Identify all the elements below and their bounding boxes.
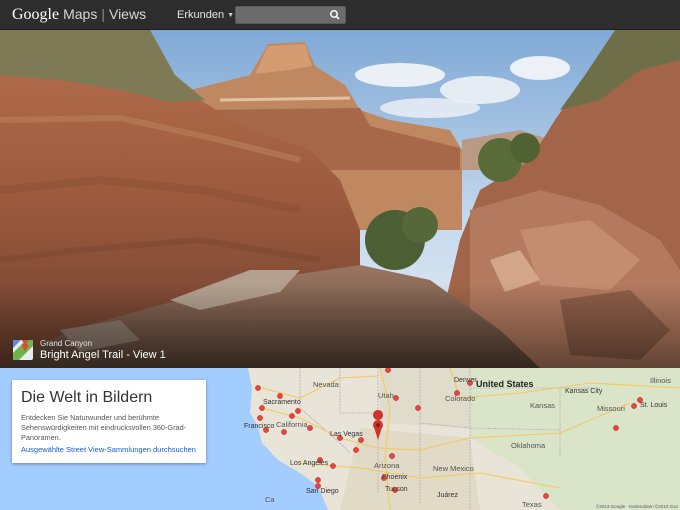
map-label-colorado: Colorado <box>445 394 476 403</box>
map-marker[interactable] <box>289 413 295 419</box>
map-label-kansas-city: Kansas City <box>565 388 603 395</box>
intro-description: Entdecken Sie Naturwunder und berühmte S… <box>21 413 187 442</box>
map-label-arizona: Arizona <box>374 461 400 470</box>
map-label-missouri: Missouri <box>597 404 625 413</box>
map-attribution: ©2013 Google · Kartendaten ©2013 Goo <box>596 504 678 509</box>
map-label-st-louis: St. Louis <box>640 402 668 409</box>
google-maps-views-logo[interactable]: Google Maps | Views <box>12 6 146 24</box>
map-marker[interactable] <box>415 405 421 411</box>
logo-google: Google <box>12 6 60 23</box>
map-label-juarez: Juárez <box>437 492 459 499</box>
map-marker[interactable] <box>277 393 283 399</box>
map-label-las-vegas: Las Vegas <box>330 431 363 438</box>
map-label-phoenix: Phoenix <box>382 474 408 481</box>
logo-views: Views <box>108 6 147 22</box>
top-bar: Google Maps | Views Erkunden ▼ <box>0 0 680 30</box>
search-box <box>235 6 346 24</box>
intro-card: Die Welt in Bildern Entdecken Sie Naturw… <box>12 380 206 463</box>
map-marker[interactable] <box>255 385 261 391</box>
map-label-utah: Utah <box>378 391 394 400</box>
explore-label: Erkunden <box>177 9 225 21</box>
map-label-kansas: Kansas <box>530 401 556 410</box>
map-marker[interactable] <box>389 453 395 459</box>
map-marker[interactable] <box>393 395 399 401</box>
map-marker[interactable] <box>330 463 336 469</box>
map-label-california: California <box>276 420 308 429</box>
map-marker[interactable] <box>631 403 637 409</box>
map-label-san-francisco: Francisco <box>244 423 275 430</box>
map-marker[interactable] <box>353 447 359 453</box>
explore-menu-button[interactable]: Erkunden ▼ <box>177 9 234 21</box>
map-marker[interactable] <box>385 368 391 373</box>
map-marker[interactable] <box>281 429 287 435</box>
map-label-united-states: United States <box>476 379 534 389</box>
map-label-texas: Texas <box>522 500 542 509</box>
map-marker[interactable] <box>259 405 265 411</box>
map-marker[interactable] <box>543 493 549 499</box>
map-label-los-angeles: Los Angeles <box>290 460 329 467</box>
map-label-oklahoma: Oklahoma <box>511 441 546 450</box>
map-label-nevada: Nevada <box>313 380 339 389</box>
search-input[interactable] <box>236 7 332 23</box>
canyon-panorama-image <box>0 30 680 368</box>
caret-down-icon: ▼ <box>227 11 235 19</box>
map-marker[interactable] <box>315 477 321 483</box>
maps-pin-icon <box>13 340 33 360</box>
map-label-illinois: Illinois <box>650 376 671 385</box>
map-marker[interactable] <box>358 437 364 443</box>
map-label-denver: Denver <box>454 377 477 384</box>
search-icon[interactable] <box>327 8 343 22</box>
panorama-place-name: Grand Canyon <box>40 339 93 348</box>
street-view-panorama[interactable] <box>0 30 680 368</box>
map-label-tucson: Tucson <box>385 486 408 493</box>
map-marker[interactable] <box>257 415 263 421</box>
intro-heading: Die Welt in Bildern <box>21 389 153 406</box>
map-marker[interactable] <box>613 425 619 431</box>
map-label-sacramento: Sacramento <box>263 399 301 406</box>
panorama-view-title: Bright Angel Trail - View 1 <box>40 349 166 361</box>
map-marker[interactable] <box>307 425 313 431</box>
map-label-new-mexico: New Mexico <box>433 464 474 473</box>
map-label-san-diego: San Diego <box>306 488 339 495</box>
map-marker[interactable] <box>295 408 301 414</box>
logo-separator: | <box>101 6 105 22</box>
browse-collections-link[interactable]: Ausgewählte Street View-Sammlungen durch… <box>21 445 196 454</box>
map-label-ca: Ca <box>265 495 275 504</box>
logo-maps: Maps <box>63 6 98 22</box>
